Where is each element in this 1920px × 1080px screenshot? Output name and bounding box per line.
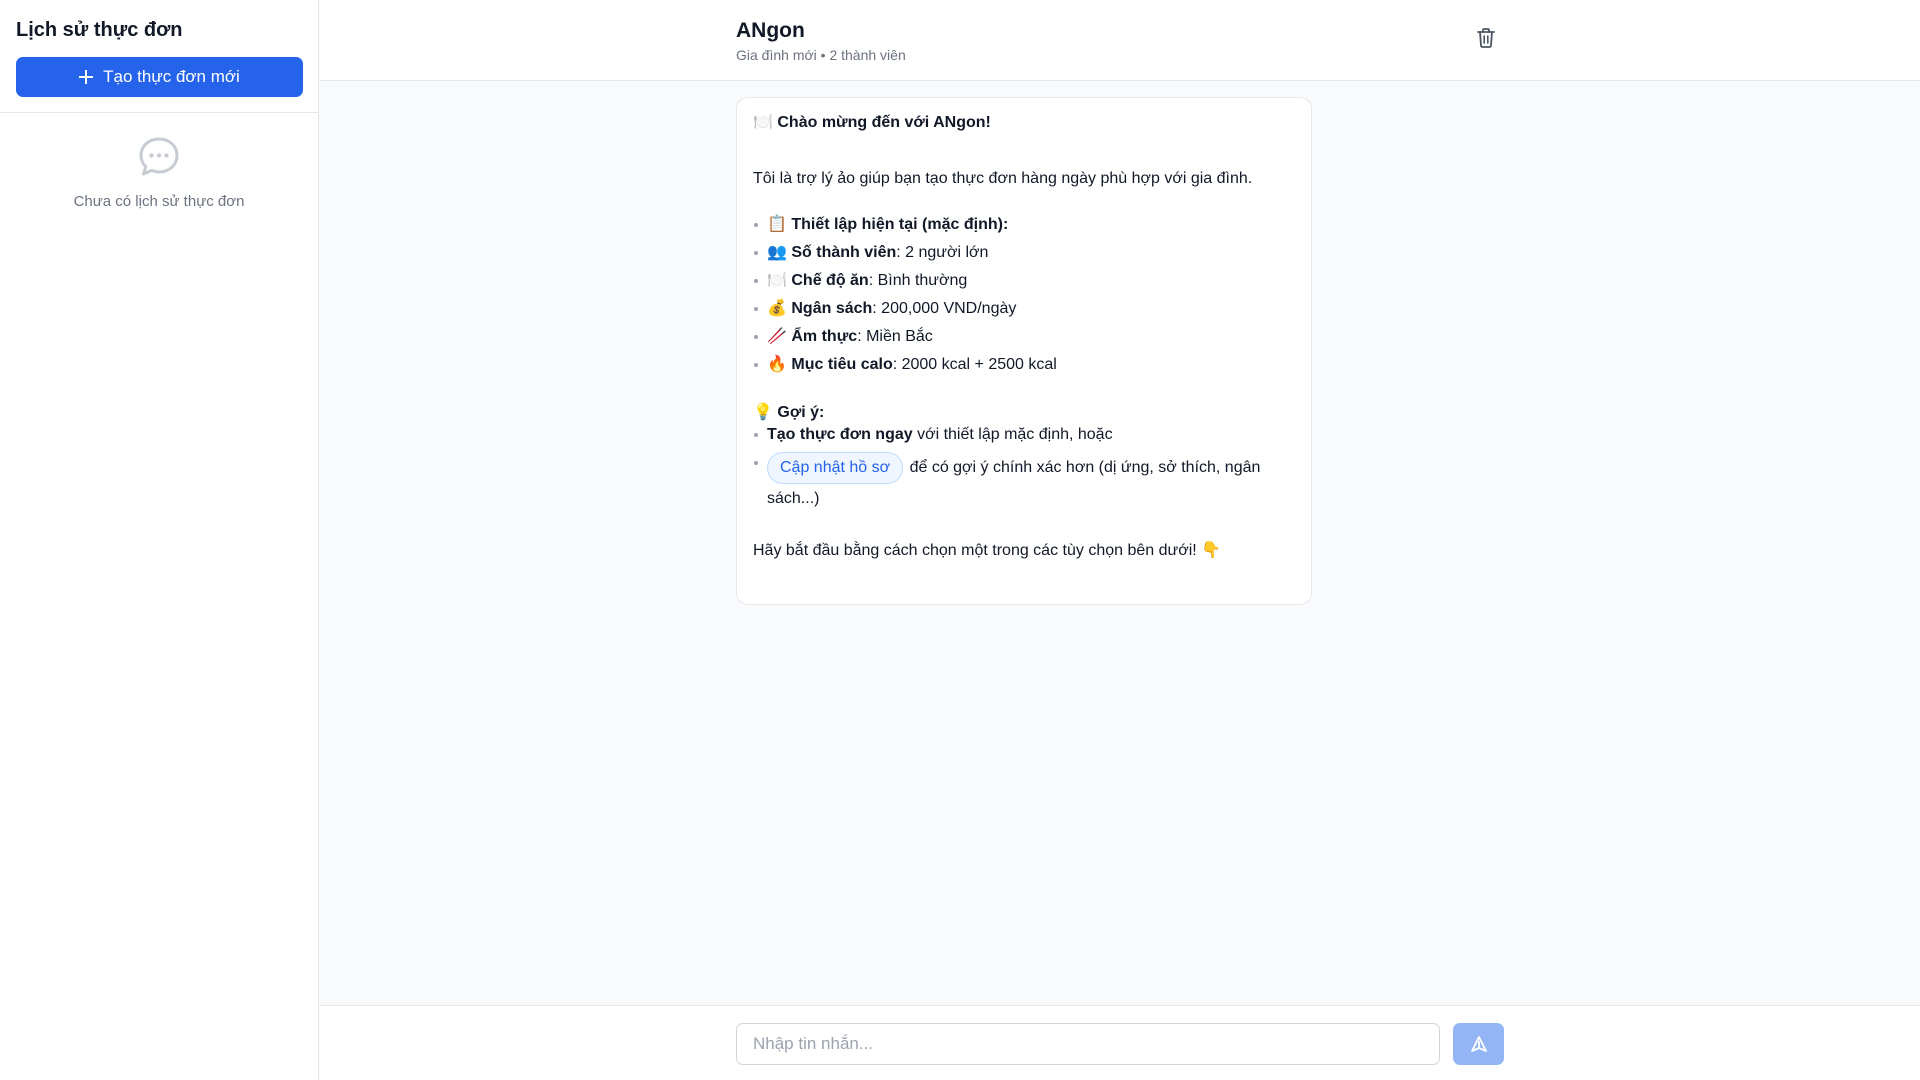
composer — [320, 1005, 1920, 1080]
new-menu-button-label: Tạo thực đơn mới — [103, 67, 240, 86]
chat-header: ANgon Gia đình mới • 2 thành viên — [320, 0, 1920, 81]
sidebar-title: Lịch sử thực đơn — [16, 19, 183, 41]
closing-text: Hãy bắt đầu bằng cách chọn một trong các… — [753, 542, 1222, 559]
list-item: 🥢 Ẩm thực: Miền Bắc — [753, 326, 1295, 348]
app-title: ANgon — [736, 19, 805, 42]
list-item: 💰 Ngân sách: 200,000 VND/ngày — [753, 298, 1295, 320]
new-menu-button[interactable]: Tạo thực đơn mới — [16, 57, 303, 97]
intro-text: Tôi là trợ lý ảo giúp bạn tạo thực đơn h… — [753, 170, 1253, 187]
send-button[interactable] — [1453, 1023, 1504, 1065]
tip-heading: 💡 Gợi ý: — [753, 404, 825, 421]
list-item: 📋 Thiết lập hiện tại (mặc định): — [753, 214, 1295, 236]
trash-icon — [1477, 27, 1495, 48]
history-empty-state: Chưa có lịch sử thực đơn — [0, 113, 318, 210]
settings-list: 📋 Thiết lập hiện tại (mặc định): 👥 Số th… — [753, 214, 1295, 376]
chat-header-info: ANgon Gia đình mới • 2 thành viên — [736, 18, 906, 63]
tips-list: Tạo thực đơn ngay với thiết lập mặc định… — [753, 424, 1295, 514]
sidebar: Lịch sử thực đơn Tạo thực đơn mới Chưa c… — [0, 0, 319, 1080]
assistant-message: 🍽️ Chào mừng đến với ANgon! Tôi là trợ l… — [736, 97, 1312, 605]
chat-bubble-icon — [139, 137, 179, 176]
empty-history-text: Chưa có lịch sử thực đơn — [73, 193, 245, 210]
update-profile-button[interactable]: Cập nhật hồ sơ — [767, 452, 904, 484]
list-item: 🔥 Mục tiêu calo: 2000 kcal + 2500 kcal — [753, 354, 1295, 376]
family-subtitle: Gia đình mới • 2 thành viên — [736, 47, 906, 63]
list-item: 🍽️ Chế độ ăn: Bình thường — [753, 270, 1295, 292]
send-icon — [1470, 1036, 1487, 1052]
welcome-heading: 🍽️ Chào mừng đến với ANgon! — [753, 114, 991, 131]
plus-icon — [79, 70, 94, 84]
list-item: Cập nhật hồ sơ để có gợi ý chính xác hơn… — [753, 452, 1295, 514]
sidebar-header: Lịch sử thực đơn Tạo thực đơn mới — [0, 0, 318, 113]
clear-chat-button[interactable] — [1474, 26, 1498, 52]
message-input[interactable] — [736, 1023, 1440, 1065]
list-item: Tạo thực đơn ngay với thiết lập mặc định… — [753, 424, 1295, 446]
list-item: 👥 Số thành viên: 2 người lớn — [753, 242, 1295, 264]
